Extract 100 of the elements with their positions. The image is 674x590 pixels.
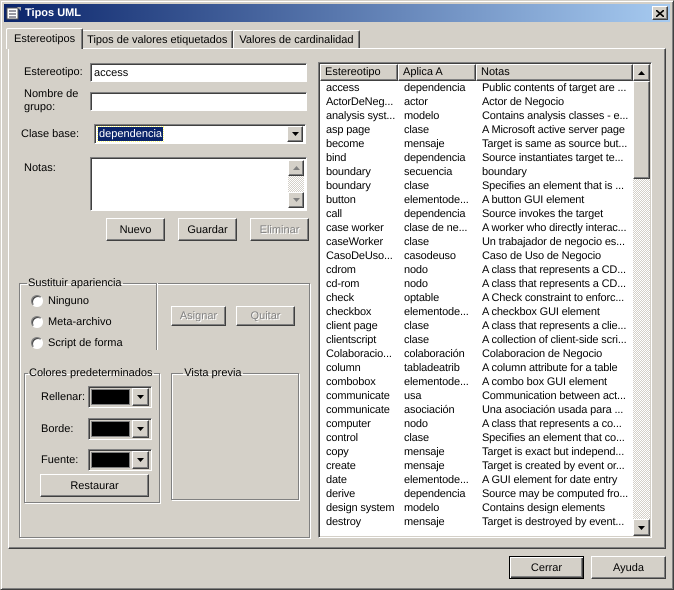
- table-cell-text: access: [325, 81, 360, 95]
- group-title: Colores predeterminados: [28, 367, 154, 380]
- group-title: Sustituir apariencia: [27, 277, 123, 290]
- table-cell-text: A collection of client-side scri...: [481, 333, 628, 347]
- table-cell-text: nodo: [403, 417, 429, 431]
- table-cell-text: nodo: [403, 277, 429, 291]
- table-cell-text: Una asociación usada para ...: [481, 403, 624, 417]
- table-cell-text: A combo box GUI element: [481, 375, 608, 389]
- dialog-button[interactable]: Cerrar: [509, 556, 584, 579]
- table-cell-text: A class that represents a CD...: [481, 277, 627, 291]
- table-cell-text: A Check constraint to enforc...: [481, 291, 626, 305]
- table-cell-text: become: [325, 137, 366, 151]
- table-cell-text: Target is destroyed by event...: [481, 515, 626, 529]
- text-field[interactable]: access: [90, 63, 307, 82]
- table-cell-text: mensaje: [403, 137, 446, 151]
- table-cell-text: usa: [403, 389, 422, 403]
- table-cell-text: dependencia: [403, 487, 466, 501]
- table-cell-text: cd-rom: [325, 277, 360, 291]
- table-cell-text: design system: [325, 501, 396, 515]
- table-cell-text: secuencia: [403, 165, 454, 179]
- table-cell-text: elementode...: [403, 305, 470, 319]
- table-cell-text: elementode...: [403, 473, 470, 487]
- table-cell-text: A button GUI element: [481, 193, 586, 207]
- radio-label[interactable]: Ninguno: [48, 294, 89, 306]
- table-cell-text: Target is created by event or...: [481, 459, 626, 473]
- table-cell-text: mensaje: [403, 515, 446, 529]
- table-cell-text: copy: [325, 445, 350, 459]
- table-cell-text: colaboración: [403, 347, 466, 361]
- table-cell-text: Specifies an element that is ...: [481, 179, 625, 193]
- table-cell-text: modelo: [403, 501, 440, 515]
- column-header[interactable]: Estereotipo: [320, 64, 398, 81]
- table-cell-text: analysis syst...: [325, 109, 396, 123]
- table-cell-text: Caso de Uso de Negocio: [481, 249, 602, 263]
- table-cell-text: Actor de Negocio: [481, 95, 565, 109]
- table-cell-text: clase: [403, 319, 430, 333]
- radio-label[interactable]: Script de forma: [48, 336, 123, 348]
- field-label: Estereotipo:: [24, 66, 84, 79]
- table-cell-text: Source invokes the target: [481, 207, 604, 221]
- picker-label: Rellenar:: [41, 391, 86, 403]
- window-title: Tipos UML: [25, 7, 82, 19]
- table-cell-text: dependencia: [403, 151, 466, 165]
- table-cell-text: destroy: [325, 515, 362, 529]
- picker-label: Fuente:: [41, 454, 80, 466]
- table-cell-text: A column attribute for a table: [481, 361, 619, 375]
- field-label: Notas:: [24, 161, 57, 175]
- table-cell-text: elementode...: [403, 193, 470, 207]
- table-cell-text: CasoDeUso...: [325, 249, 394, 263]
- table-cell-text: clientscript: [325, 333, 378, 347]
- table-cell-text: Target is exact but independ...: [481, 445, 626, 459]
- table-cell-text: date: [325, 473, 348, 487]
- table-cell-text: communicate: [325, 389, 391, 403]
- dialog-button[interactable]: Ayuda: [591, 556, 666, 579]
- tab[interactable]: Tipos de valores etiquetados: [81, 30, 234, 48]
- radio-label[interactable]: Meta-archivo: [48, 316, 112, 328]
- table-cell-text: caseWorker: [325, 235, 384, 249]
- field-label: Clase base:: [21, 128, 80, 140]
- table-cell-text: Target is same as source but...: [481, 137, 628, 151]
- table-cell-text: Public contents of target are ...: [481, 81, 628, 95]
- table-cell-text: A class that represents a clie...: [481, 319, 628, 333]
- table-cell-text: control: [325, 431, 359, 445]
- table-cell-text: clase: [403, 235, 430, 249]
- table-cell-text: A GUI element for date entry: [481, 473, 618, 487]
- table-cell-text: Specifies an element that co...: [481, 431, 626, 445]
- column-header[interactable]: Notas: [476, 64, 633, 81]
- table-cell-text: computer: [325, 417, 372, 431]
- table-cell-text: derive: [325, 487, 356, 501]
- reset-button[interactable]: Restaurar: [40, 474, 149, 497]
- table-cell-text: asp page: [325, 123, 372, 137]
- table-cell-text: Communication between act...: [481, 389, 627, 403]
- tab[interactable]: Estereotipos: [6, 28, 84, 49]
- field-label: Nombre de grupo:: [24, 88, 80, 114]
- table-cell-text: elementode...: [403, 375, 470, 389]
- form-button[interactable]: Guardar: [178, 218, 237, 241]
- table-cell-text: communicate: [325, 403, 391, 417]
- table-cell-text: A Microsoft active server page: [481, 123, 626, 137]
- table-cell-text: clase: [403, 333, 430, 347]
- selected-value: dependencia: [98, 127, 164, 141]
- table-cell-text: optable: [403, 291, 440, 305]
- table-cell-text: bind: [325, 151, 348, 165]
- table-cell-text: tabladeatrib: [403, 361, 461, 375]
- form-button[interactable]: Nuevo: [106, 218, 165, 241]
- table-cell-text: clase de ne...: [403, 221, 468, 235]
- table-cell-text: clase: [403, 431, 430, 445]
- column-header[interactable]: Aplica A: [398, 64, 476, 81]
- combo-box[interactable]: dependencia: [94, 124, 306, 144]
- table-cell-text: checkbox: [325, 305, 372, 319]
- table-cell-text: Contains analysis classes - e...: [481, 109, 630, 123]
- table-cell-text: modelo: [403, 109, 440, 123]
- table-cell-text: A worker who directly interac...: [481, 221, 628, 235]
- table-cell-text: asociación: [403, 403, 456, 417]
- table-cell-text: boundary: [325, 165, 372, 179]
- group-title: Vista previa: [183, 367, 243, 380]
- picker-label: Borde:: [41, 423, 74, 435]
- tab[interactable]: Valores de cardinalidad: [233, 30, 360, 48]
- table-cell-text: column: [325, 361, 362, 375]
- table-cell-text: Contains design elements: [481, 501, 606, 515]
- table-cell-text: dependencia: [403, 81, 466, 95]
- table-cell-text: Source instantiates target te...: [481, 151, 624, 165]
- table-cell-text: Colaboracio...: [325, 347, 393, 361]
- table-cell-text: clase: [403, 179, 430, 193]
